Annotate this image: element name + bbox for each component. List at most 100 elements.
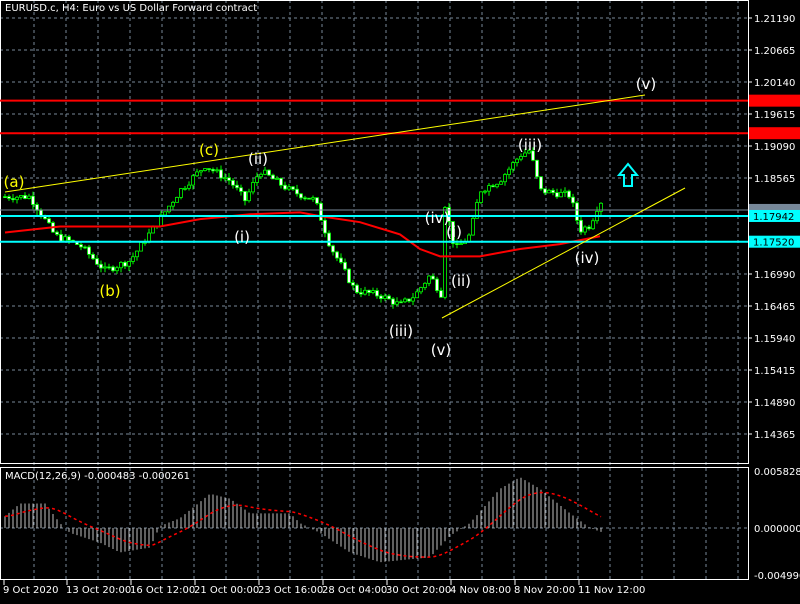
candle-body <box>267 169 271 176</box>
candle-body <box>519 156 523 160</box>
candle-body <box>591 220 595 230</box>
candle-body <box>379 295 383 299</box>
candle-body <box>247 191 251 202</box>
candle-body <box>251 182 255 193</box>
wave-label: (i) <box>234 228 250 246</box>
time-axis-label: 8 Nov 20:00 <box>514 585 575 596</box>
wave-label: (i) <box>446 223 462 241</box>
candle-body <box>279 178 283 186</box>
candle-body <box>219 169 223 179</box>
candle-body <box>315 197 319 204</box>
candle-body <box>439 290 443 298</box>
chart-title: EURUSD.c, H4: Euro vs US Dollar Forward … <box>5 3 258 14</box>
candle-body <box>351 282 355 286</box>
wave-label: (c) <box>199 141 219 159</box>
price-axis-label: 1.21190 <box>754 14 795 25</box>
moving-average-line <box>4 211 601 258</box>
candle-body <box>59 233 63 242</box>
candle-body <box>215 169 219 172</box>
macd-label: MACD(12,26,9) -0.000483 -0.000261 <box>5 471 190 482</box>
candle-body <box>367 289 371 293</box>
candle-body <box>323 219 327 234</box>
candle-body <box>183 187 187 190</box>
candle-body <box>579 219 583 233</box>
chart-window[interactable]: 1.21190 1.20665 1.20140 1.19615 1.19090 1.185… <box>0 0 800 600</box>
candle-body <box>347 268 351 284</box>
candle-body <box>195 171 199 177</box>
candle-body <box>363 289 367 295</box>
candle-body <box>243 191 247 202</box>
wave-label: (a) <box>4 173 25 191</box>
candle-body <box>263 169 267 175</box>
candle-body <box>203 168 207 171</box>
candle-body <box>535 159 539 178</box>
candle-body <box>319 202 323 221</box>
wave-label: (iv) <box>575 249 600 267</box>
price-axis-label: 1.19615 <box>754 110 795 121</box>
time-axis-label: 30 Oct 20:00 <box>386 585 451 596</box>
candle-body <box>235 184 239 189</box>
candle-body <box>455 243 459 245</box>
time-axis-label: 21 Oct 00:00 <box>194 585 259 596</box>
candle-body <box>427 275 431 284</box>
candle-body <box>547 189 551 194</box>
candle-body <box>107 266 111 269</box>
wave-label: (ii) <box>451 272 471 290</box>
candle-body <box>543 188 547 194</box>
candle-body <box>395 301 399 305</box>
candle-body <box>335 251 339 259</box>
time-axis-label: 9 Oct 2020 <box>3 585 58 596</box>
candle-body <box>63 236 67 242</box>
candle-body <box>327 232 331 247</box>
candle-body <box>95 258 99 265</box>
candle-body <box>343 261 347 270</box>
time-axis-label: 11 Nov 12:00 <box>578 585 645 596</box>
candle-body <box>11 198 15 201</box>
main-pane-frame <box>0 0 749 464</box>
candle-body <box>359 292 363 295</box>
candle-body <box>283 184 287 190</box>
macd-axis-label: 0.000000 <box>754 524 800 535</box>
candle-body <box>511 162 515 170</box>
wave-label: (b) <box>99 282 120 300</box>
wave-label: (v) <box>636 75 657 93</box>
candle-body <box>403 298 407 303</box>
candle-body <box>303 197 307 200</box>
candle-body <box>139 242 143 252</box>
candle-body <box>291 186 295 190</box>
candle-body <box>483 190 487 193</box>
candle-body <box>135 250 139 258</box>
price-axis-label: 1.18565 <box>754 174 795 185</box>
candle-body <box>103 266 107 269</box>
candle-body <box>223 177 227 180</box>
candle-body <box>555 192 559 198</box>
price-tag-label: 1.19834 <box>753 97 794 108</box>
chart-canvas[interactable]: 1.21190 1.20665 1.20140 1.19615 1.19090 1.185… <box>0 0 800 600</box>
macd-axis-label: 0.005828 <box>754 467 800 478</box>
macd-pane-frame <box>0 467 749 580</box>
candle-body <box>575 202 579 221</box>
candle-body <box>99 263 103 269</box>
candle-body <box>587 226 591 230</box>
candle-body <box>311 197 315 200</box>
price-axis-label: 1.14890 <box>754 398 795 409</box>
candle-body <box>375 290 379 297</box>
up-arrow-icon <box>616 162 640 187</box>
resistance-trendline <box>4 94 646 193</box>
candle-body <box>199 170 203 173</box>
candle-body <box>127 261 131 267</box>
candle-body <box>383 295 387 299</box>
candle-body <box>211 168 215 172</box>
candle-body <box>563 190 567 193</box>
price-axis-label: 1.20665 <box>754 46 795 57</box>
candle-body <box>583 226 587 233</box>
candle-body <box>331 245 335 253</box>
candle-body <box>115 267 119 272</box>
price-tag-label: 1.19300 <box>753 129 794 140</box>
candle-body <box>391 298 395 305</box>
candle-body <box>179 188 183 198</box>
time-axis-label: 13 Oct 20:00 <box>66 585 131 596</box>
candle-body <box>255 176 259 183</box>
candle-body <box>91 253 95 260</box>
candle-body <box>423 282 427 288</box>
